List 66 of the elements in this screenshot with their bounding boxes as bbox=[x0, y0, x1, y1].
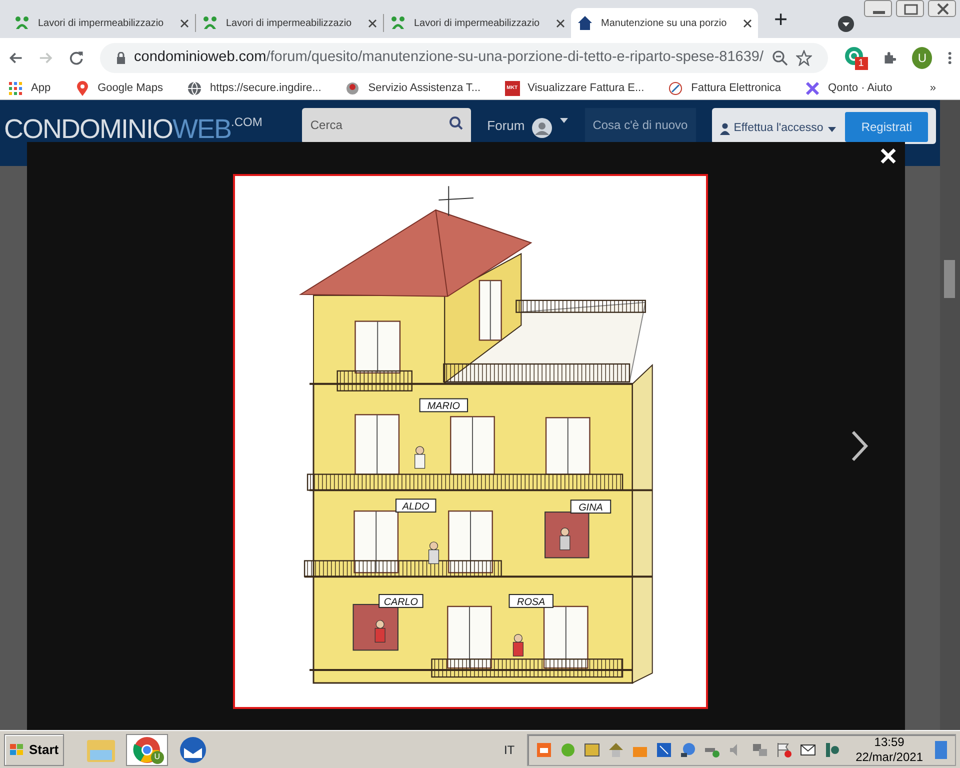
show-desktop-icon[interactable] bbox=[935, 740, 947, 758]
close-tab-icon[interactable] bbox=[556, 18, 565, 28]
name-label: ROSA bbox=[517, 596, 546, 608]
bookmarks-overflow-button[interactable]: » bbox=[930, 80, 936, 97]
map-pin-icon bbox=[74, 81, 90, 96]
tab-search-icon[interactable] bbox=[838, 16, 854, 32]
whats-new-link[interactable]: Cosa c'è di nuovo bbox=[584, 108, 696, 144]
site-favicon-icon bbox=[390, 15, 406, 31]
mail-globe-icon[interactable] bbox=[178, 736, 207, 764]
bookmark-link[interactable]: App bbox=[8, 80, 51, 97]
new-tab-button[interactable]: + bbox=[774, 8, 788, 32]
tab-title: Lavori di impermeabilizzazio bbox=[226, 16, 353, 30]
bookmark-link[interactable]: Fattura Elettronica bbox=[668, 80, 782, 97]
star-icon[interactable] bbox=[796, 50, 812, 66]
language-indicator[interactable]: IT bbox=[504, 740, 515, 758]
forum-link[interactable]: Forum bbox=[487, 116, 525, 136]
scrollbar-thumb[interactable] bbox=[944, 260, 955, 298]
house-arrow-icon[interactable] bbox=[608, 742, 624, 758]
user-icon bbox=[720, 122, 730, 135]
square-icon[interactable] bbox=[656, 742, 672, 758]
name-label: GINA bbox=[578, 502, 603, 514]
bookmark-link[interactable]: https://secure.ingdire... bbox=[187, 80, 322, 97]
site-favicon-icon bbox=[14, 15, 30, 31]
reload-icon[interactable] bbox=[69, 50, 84, 66]
browser-tab[interactable]: Lavori di impermeabilizzazio bbox=[8, 8, 195, 38]
browser-tab[interactable]: Manutenzione su una porzio bbox=[571, 8, 758, 38]
browser-tab[interactable]: Lavori di impermeabilizzazio bbox=[196, 8, 383, 38]
back-icon[interactable] bbox=[8, 50, 23, 66]
name-label: CARLO bbox=[384, 596, 418, 608]
globe-icon bbox=[187, 81, 202, 96]
bookmark-link[interactable]: Qonto · Aiuto bbox=[805, 80, 892, 97]
windows-logo-icon bbox=[9, 742, 25, 756]
search-field[interactable]: Cerca bbox=[302, 108, 472, 144]
address-bar[interactable]: condominioweb.com/forum/quesito/manutenzione-su-una-porzione-di-tetto-e-riparto-spese-81639/ bbox=[100, 43, 828, 73]
start-button[interactable]: Start bbox=[4, 734, 64, 766]
browser-tab[interactable]: Lavori di impermeabilizzazio bbox=[384, 8, 571, 38]
profile-avatar[interactable]: U bbox=[912, 47, 932, 69]
flag-error-icon[interactable] bbox=[776, 742, 792, 758]
url-text: condominioweb.com/forum/quesito/manutenzione-su-una-porzione-di-tetto-e-riparto-spese-81639/ bbox=[134, 48, 764, 68]
name-label: ALDO bbox=[402, 502, 430, 513]
cross-icon bbox=[805, 81, 820, 96]
network-icon[interactable] bbox=[752, 742, 768, 758]
site-favicon-icon bbox=[202, 15, 218, 31]
menu-icon[interactable] bbox=[948, 50, 952, 66]
close-tab-icon[interactable] bbox=[743, 18, 752, 28]
zoom-out-icon[interactable] bbox=[772, 50, 788, 66]
notification-badge: 1 bbox=[854, 57, 868, 70]
login-link[interactable]: Effettua l'accesso bbox=[720, 120, 838, 138]
tab-title: Lavori di impermeabilizzazio bbox=[414, 16, 541, 30]
tab-title: Manutenzione su una porzio bbox=[601, 16, 728, 30]
search-icon[interactable] bbox=[449, 116, 464, 130]
envelope-icon[interactable] bbox=[800, 742, 816, 758]
bookmark-link[interactable]: Google Maps bbox=[74, 80, 164, 97]
clock[interactable]: 13:59 22/mar/2021 bbox=[856, 734, 923, 764]
circle-logo-icon bbox=[668, 81, 684, 96]
close-tab-icon[interactable] bbox=[368, 18, 377, 28]
caret-icon[interactable] bbox=[558, 116, 569, 124]
lock-icon bbox=[116, 52, 126, 64]
grid-icon bbox=[8, 81, 23, 96]
bookmark-link[interactable]: Servizio Assistenza T... bbox=[345, 80, 481, 97]
name-label: MARIO bbox=[427, 401, 460, 412]
house-icon bbox=[577, 15, 593, 31]
close-button[interactable]: × bbox=[879, 142, 897, 172]
close-tab-icon[interactable] bbox=[180, 18, 189, 28]
tab-title: Lavori di impermeabilizzazio bbox=[38, 16, 165, 30]
caret-icon bbox=[827, 124, 838, 133]
